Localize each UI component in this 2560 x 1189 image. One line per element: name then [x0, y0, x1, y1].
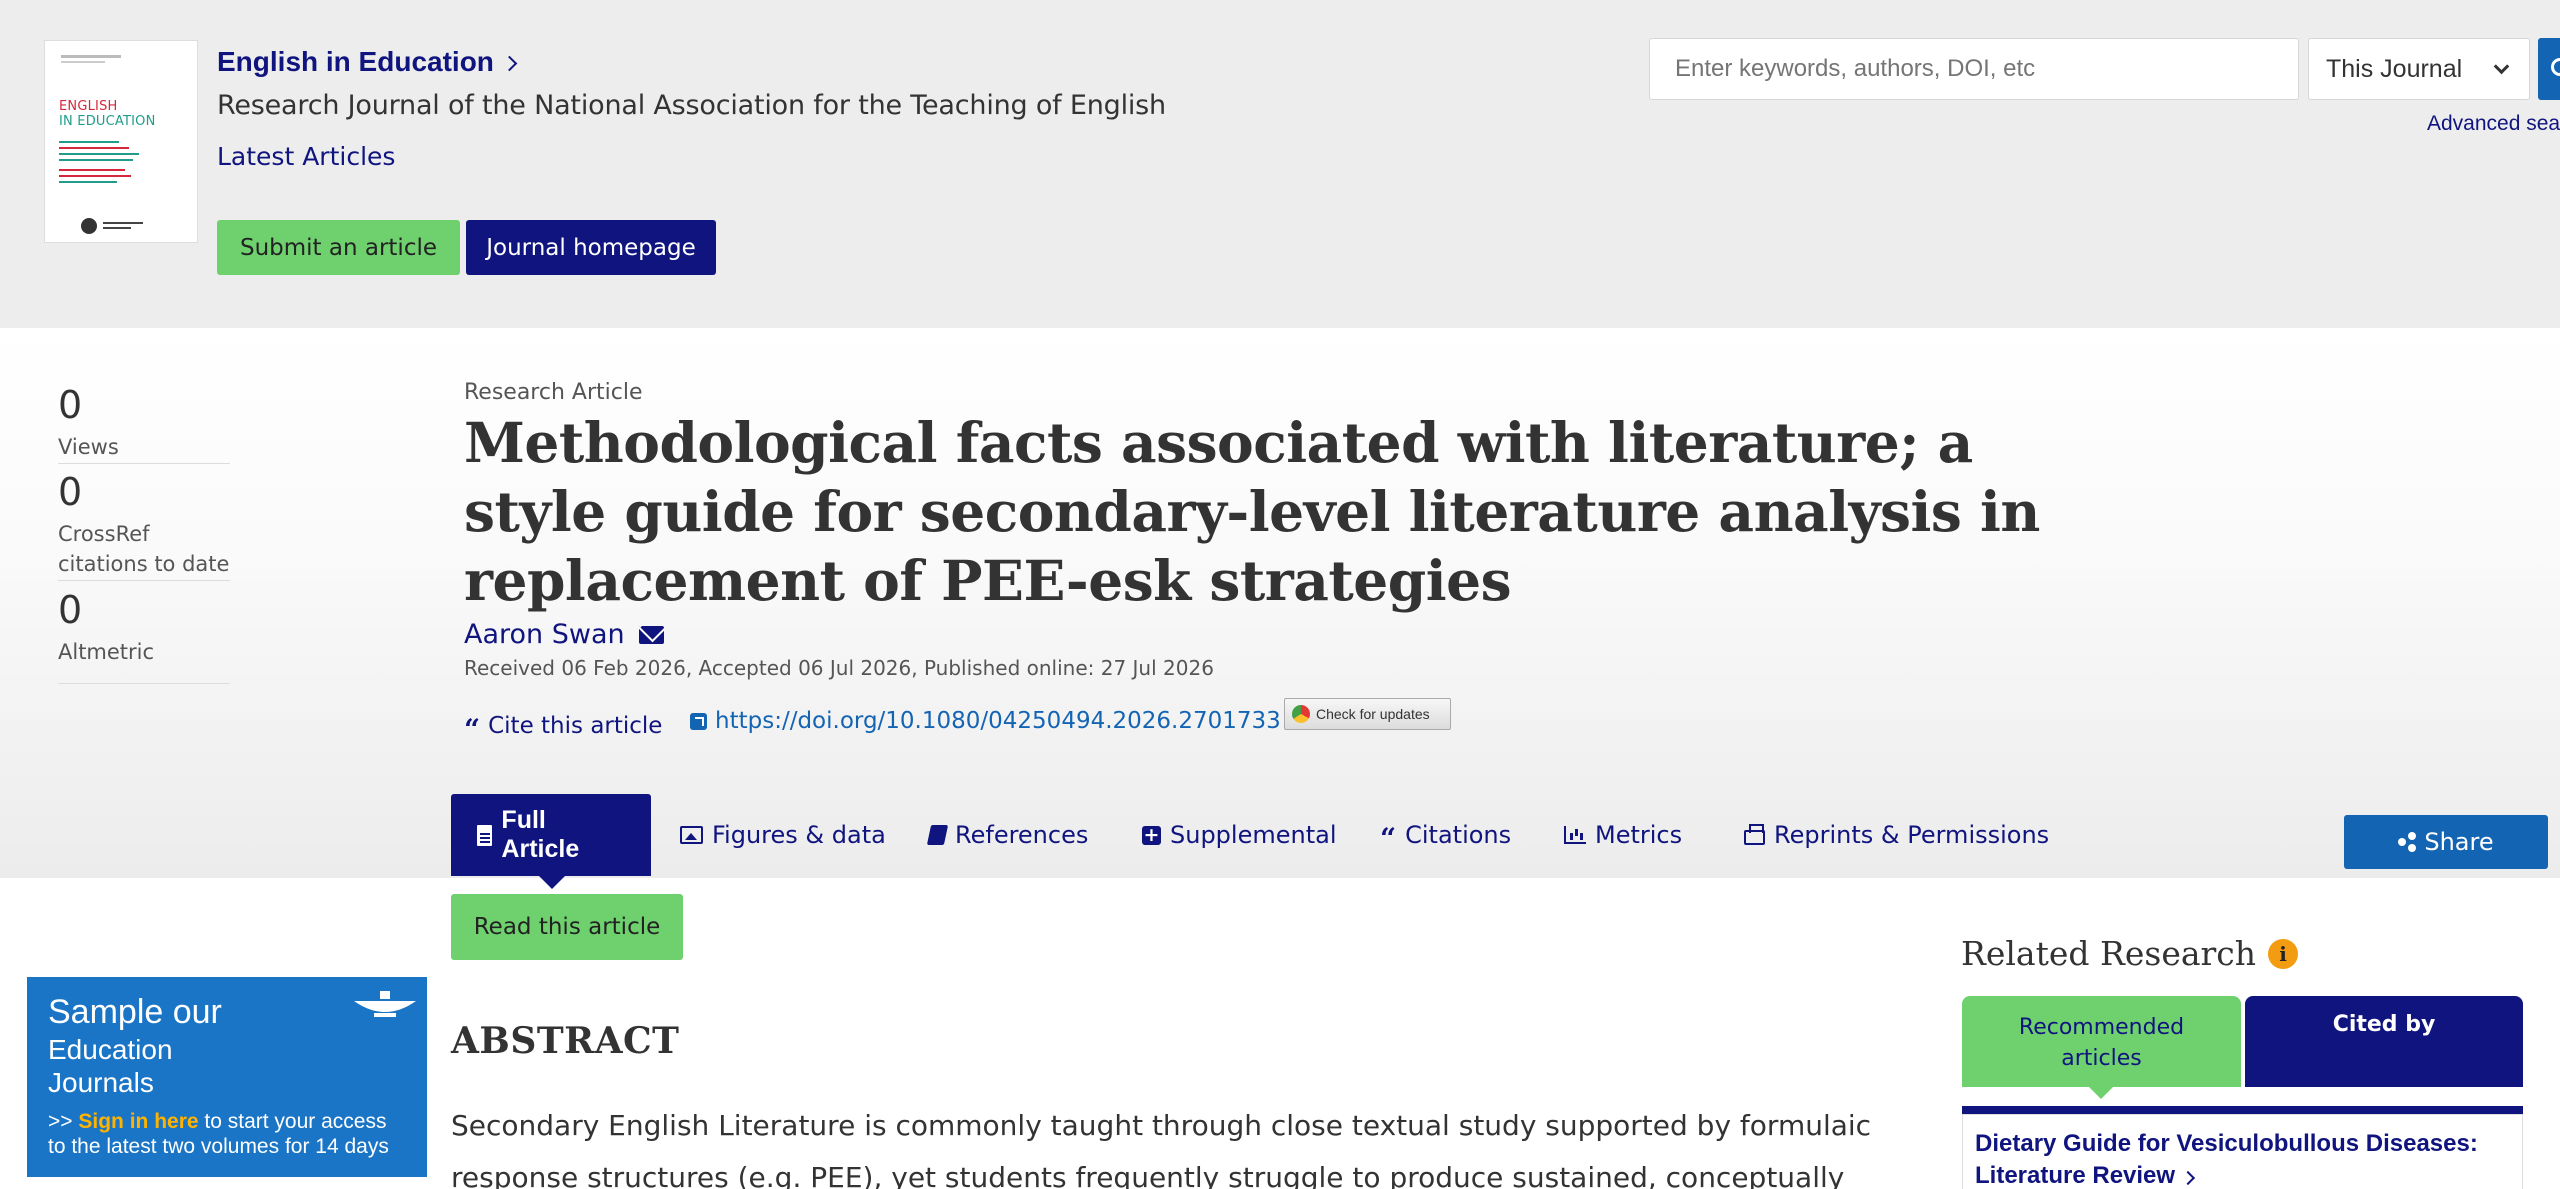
- search-button[interactable]: [2538, 38, 2560, 100]
- doi-text: https://doi.org/10.1080/04250494.2026.27…: [715, 708, 1281, 734]
- publisher-logo-icon: [81, 218, 97, 234]
- search-icon: [2551, 58, 2560, 76]
- submit-article-button[interactable]: Submit an article: [217, 220, 460, 275]
- tab-supplemental[interactable]: + Supplemental: [1142, 794, 1337, 876]
- cite-article-link[interactable]: “ Cite this article: [464, 708, 662, 744]
- related-article-title: Dietary Guide for Vesiculobullous Diseas…: [1975, 1130, 2478, 1189]
- abstract-text: Secondary English Literature is commonly…: [451, 1109, 1872, 1189]
- share-button[interactable]: Share: [2344, 815, 2548, 869]
- chevron-right-icon: [501, 55, 518, 71]
- advanced-search-link[interactable]: Advanced sea: [2427, 112, 2560, 136]
- related-divider: [1962, 1106, 2523, 1114]
- tab-label: Reprints & Permissions: [1774, 821, 2050, 849]
- share-label: Share: [2424, 828, 2494, 856]
- ad-text: to start your access: [198, 1110, 387, 1133]
- info-icon[interactable]: i: [2268, 938, 2299, 969]
- ad-headline: Sample our: [48, 993, 222, 1031]
- author-link[interactable]: Aaron Swan: [464, 619, 664, 650]
- ad-text: to the latest two volumes for 14 days: [48, 1135, 389, 1158]
- article-dates: Received 06 Feb 2026, Accepted 06 Jul 20…: [464, 656, 1214, 680]
- related-research-heading: Related Research i: [1961, 934, 2299, 973]
- chevron-down-icon: [2493, 58, 2510, 75]
- tab-label: Full Article: [501, 806, 580, 863]
- related-title: Related Research: [1961, 934, 2257, 973]
- book-icon: [926, 825, 949, 845]
- metric-label: CrossRef citations to date: [58, 522, 230, 576]
- related-article-link[interactable]: Dietary Guide for Vesiculobullous Diseas…: [1975, 1128, 2505, 1189]
- tab-cited-by[interactable]: Cited by: [2245, 996, 2523, 1087]
- metric-value: 0: [58, 383, 83, 427]
- quote-icon: “: [464, 713, 481, 746]
- cover-subtitle: IN EDUCATION: [59, 114, 156, 129]
- journal-homepage-button[interactable]: Journal homepage: [466, 220, 716, 275]
- metric-crossref: 0 CrossRef citations to date: [58, 473, 230, 581]
- crossmark-icon: [1292, 705, 1310, 723]
- metric-views: 0 Views: [58, 386, 230, 464]
- plus-square-icon: +: [1142, 823, 1161, 846]
- tab-label: References: [955, 821, 1089, 849]
- envelope-icon[interactable]: [638, 625, 664, 644]
- print-icon: [1744, 824, 1765, 845]
- ad-line: Education: [48, 1034, 173, 1065]
- bowl-icon: [354, 991, 416, 1017]
- tab-metrics[interactable]: Metrics: [1564, 794, 1682, 876]
- document-icon: [477, 824, 493, 846]
- metric-altmetric: 0 Altmetric: [58, 591, 230, 684]
- tab-label: Figures & data: [712, 821, 886, 849]
- check-updates-label: Check for updates: [1316, 706, 1430, 722]
- share-icon: [2398, 832, 2417, 852]
- author-name: Aaron Swan: [464, 619, 625, 650]
- article-title: Methodological facts associated with lit…: [464, 410, 2040, 613]
- cover-title: ENGLISH: [59, 99, 118, 114]
- tab-label: Supplemental: [1170, 821, 1337, 849]
- metric-label: Views: [58, 435, 119, 459]
- read-article-button[interactable]: Read this article: [451, 894, 683, 960]
- metric-value: 0: [58, 588, 83, 632]
- ad-signin-link[interactable]: Sign in here: [78, 1110, 198, 1133]
- tab-label: Metrics: [1595, 821, 1683, 849]
- education-journals-ad[interactable]: Sample our Education Journals >> Sign in…: [27, 977, 427, 1177]
- metric-value: 0: [58, 470, 83, 514]
- journal-title: English in Education: [217, 46, 494, 77]
- article-type: Research Article: [464, 380, 643, 405]
- tab-reprints-permissions[interactable]: Reprints & Permissions: [1744, 794, 2049, 876]
- search-scope-value: This Journal: [2326, 54, 2463, 83]
- ad-prefix: >>: [48, 1110, 79, 1133]
- tab-figures-data[interactable]: Figures & data: [680, 794, 886, 876]
- latest-articles-link[interactable]: Latest Articles: [217, 142, 395, 171]
- chevron-right-icon: [2181, 1170, 2196, 1186]
- journal-title-link[interactable]: English in Education: [217, 46, 518, 78]
- search-scope-select[interactable]: This Journal: [2308, 38, 2530, 100]
- image-icon: [680, 826, 703, 844]
- metric-label: Altmetric: [58, 640, 155, 664]
- journal-cover-image[interactable]: ENGLISH IN EDUCATION: [44, 40, 198, 243]
- tab-recommended-articles[interactable]: Recommended articles: [1962, 996, 2241, 1087]
- ad-subhead: Education Journals: [48, 1033, 173, 1099]
- ad-body: >> Sign in here to start your access to …: [48, 1109, 389, 1159]
- tab-label: Citations: [1405, 821, 1512, 849]
- quote-icon: “: [1380, 822, 1397, 855]
- tab-citations[interactable]: “ Citations: [1380, 794, 1511, 876]
- search-input[interactable]: [1649, 38, 2299, 100]
- tab-references[interactable]: References: [926, 794, 1089, 876]
- journal-subtitle: Research Journal of the National Associa…: [217, 90, 1166, 121]
- bar-chart-icon: [1564, 826, 1586, 844]
- active-tab-pointer: [539, 876, 565, 889]
- check-for-updates-button[interactable]: Check for updates: [1284, 698, 1451, 730]
- external-link-icon: [690, 712, 707, 730]
- doi-link[interactable]: https://doi.org/10.1080/04250494.2026.27…: [690, 708, 1281, 734]
- cite-label: Cite this article: [488, 713, 663, 739]
- journal-header: ENGLISH IN EDUCATION English in Educatio…: [0, 0, 2560, 328]
- abstract-heading: ABSTRACT: [451, 1020, 680, 1062]
- tab-full-article[interactable]: Full Article: [451, 794, 651, 876]
- ad-line: Journals: [48, 1067, 154, 1098]
- active-tab-pointer: [2089, 1087, 2113, 1099]
